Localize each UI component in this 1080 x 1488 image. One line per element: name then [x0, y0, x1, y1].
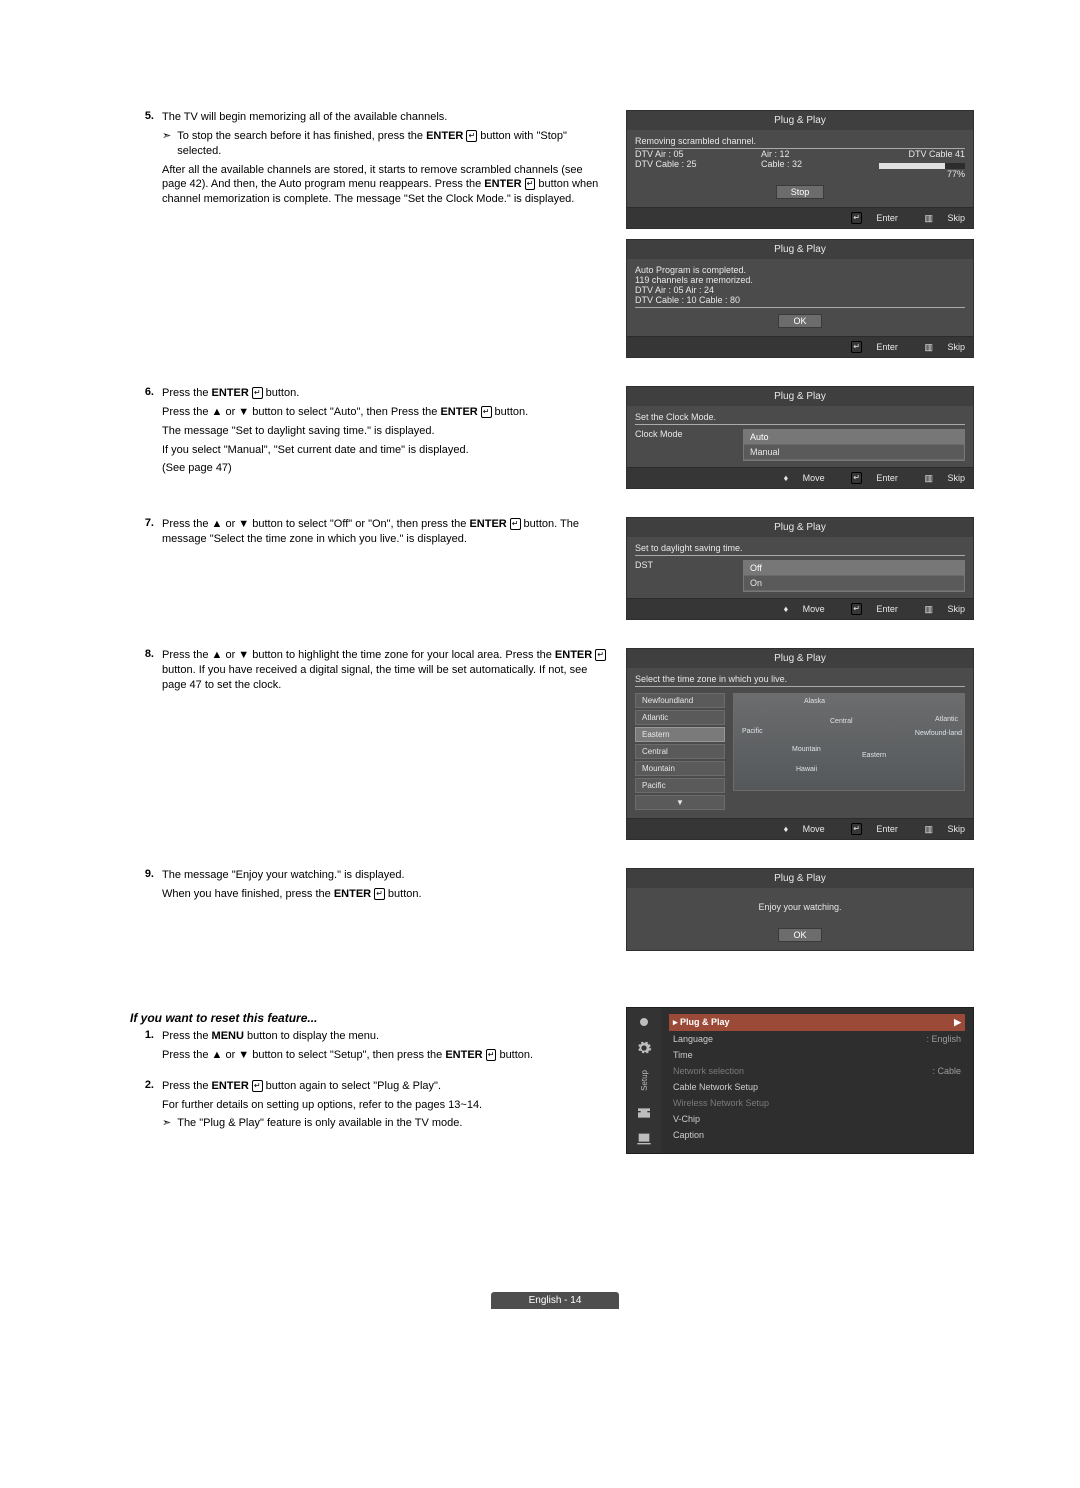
step-6: 6. Press the ENTER ↵ button. Press the ▲… — [130, 386, 610, 480]
tz-eastern[interactable]: Eastern — [635, 727, 725, 742]
tz-mountain[interactable]: Mountain — [635, 761, 725, 776]
option-auto[interactable]: Auto — [744, 430, 964, 445]
option-off[interactable]: Off — [744, 561, 964, 576]
note-arrow-icon: ➣ — [162, 1116, 177, 1131]
ok-button[interactable]: OK — [778, 314, 821, 328]
menu-icon: ▥ — [924, 824, 933, 834]
reset-step-2: 2. Press the ENTER ↵ button again to sel… — [130, 1079, 610, 1136]
setup-item-plug-play[interactable]: ▸ Plug & Play▶ — [669, 1014, 965, 1031]
step-8: 8. Press the ▲ or ▼ button to highlight … — [130, 648, 610, 697]
tab-setup[interactable]: Setup — [640, 1066, 649, 1095]
menu-icon: ▥ — [924, 473, 933, 483]
app-icon — [636, 1131, 652, 1147]
updown-icon: ♦ — [784, 604, 789, 614]
field-label: DST — [635, 560, 725, 592]
input-icon — [636, 1105, 652, 1121]
osd-title: Plug & Play — [627, 240, 973, 259]
step-5: 5. The TV will begin memorizing all of t… — [130, 110, 610, 211]
field-label: Clock Mode — [635, 429, 725, 461]
enter-icon: ↵ — [851, 823, 862, 835]
enter-icon: ↵ — [595, 649, 606, 661]
option-on[interactable]: On — [744, 576, 964, 591]
note-line: ➣ To stop the search before it has finis… — [162, 129, 610, 163]
tz-central[interactable]: Central — [635, 744, 725, 759]
step-text: The TV will begin memorizing all of the … — [162, 110, 610, 125]
option-manual[interactable]: Manual — [744, 445, 964, 460]
timezone-map: Alaska Pacific Mountain Hawaii Central E… — [733, 693, 965, 791]
manual-page: 5. The TV will begin memorizing all of t… — [0, 0, 1080, 1366]
osd-timezone: Plug & Play Select the time zone in whic… — [626, 648, 974, 840]
step-9: 9. The message "Enjoy your watching." is… — [130, 868, 610, 906]
enter-icon: ↵ — [525, 178, 536, 190]
enter-icon: ↵ — [851, 212, 862, 224]
clock-mode-select[interactable]: Auto Manual — [743, 429, 965, 461]
tz-atlantic[interactable]: Atlantic — [635, 710, 725, 725]
menu-icon: ▥ — [924, 604, 933, 614]
page-footer: English - 14 — [130, 1294, 980, 1306]
menu-icon: ▥ — [924, 213, 933, 223]
reset-heading: If you want to reset this feature... — [130, 1011, 610, 1025]
osd-setup-menu: Setup ▸ Plug & Play▶Language: EnglishTim… — [626, 1007, 974, 1154]
gear-icon — [636, 1040, 652, 1056]
tz-pacific[interactable]: Pacific — [635, 778, 725, 793]
setup-item-network-selection[interactable]: Network selection: Cable — [669, 1063, 965, 1079]
enter-icon: ↵ — [374, 888, 385, 900]
enter-icon: ↵ — [851, 472, 862, 484]
enter-icon: ↵ — [486, 1049, 497, 1061]
step-number: 5. — [130, 110, 162, 211]
enter-icon: ↵ — [252, 1080, 263, 1092]
osd-clock-mode: Plug & Play Set the Clock Mode. Clock Mo… — [626, 386, 974, 489]
setup-item-v-chip[interactable]: V-Chip — [669, 1111, 965, 1127]
timezone-list[interactable]: Newfoundland Atlantic Eastern Central Mo… — [635, 693, 725, 812]
enter-icon: ↵ — [851, 341, 862, 353]
tz-newfoundland[interactable]: Newfoundland — [635, 693, 725, 708]
updown-icon: ♦ — [784, 473, 789, 483]
enter-icon: ↵ — [510, 518, 521, 530]
dst-select[interactable]: Off On — [743, 560, 965, 592]
setup-item-time[interactable]: Time — [669, 1047, 965, 1063]
osd-dst: Plug & Play Set to daylight saving time.… — [626, 517, 974, 620]
reset-step-1: 1. Press the MENU button to display the … — [130, 1029, 610, 1067]
menu-icon: ▥ — [924, 342, 933, 352]
stop-button[interactable]: Stop — [776, 185, 825, 199]
setup-item-caption[interactable]: Caption — [669, 1127, 965, 1143]
setup-item-language[interactable]: Language: English — [669, 1031, 965, 1047]
step-7: 7. Press the ▲ or ▼ button to select "Of… — [130, 517, 610, 551]
enter-icon: ↵ — [851, 603, 862, 615]
ok-button[interactable]: OK — [778, 928, 821, 942]
picture-icon — [636, 1014, 652, 1030]
enter-icon: ↵ — [481, 406, 492, 418]
setup-item-cable-network-setup[interactable]: Cable Network Setup — [669, 1079, 965, 1095]
note-arrow-icon: ➣ — [162, 129, 177, 144]
osd-enjoy: Plug & Play Enjoy your watching. OK — [626, 868, 974, 951]
updown-icon: ♦ — [784, 824, 789, 834]
setup-item-wireless-network-setup[interactable]: Wireless Network Setup — [669, 1095, 965, 1111]
enter-icon: ↵ — [466, 130, 477, 142]
scroll-down-icon[interactable]: ▼ — [635, 795, 725, 810]
setup-menu-list: ▸ Plug & Play▶Language: EnglishTimeNetwo… — [661, 1008, 973, 1153]
osd-scrambled: Plug & Play Removing scrambled channel. … — [626, 110, 974, 229]
enter-icon: ↵ — [252, 387, 263, 399]
chevron-right-icon: ▶ — [948, 1017, 961, 1028]
osd-title: Plug & Play — [627, 111, 973, 130]
osd-completed: Plug & Play Auto Program is completed. 1… — [626, 239, 974, 358]
